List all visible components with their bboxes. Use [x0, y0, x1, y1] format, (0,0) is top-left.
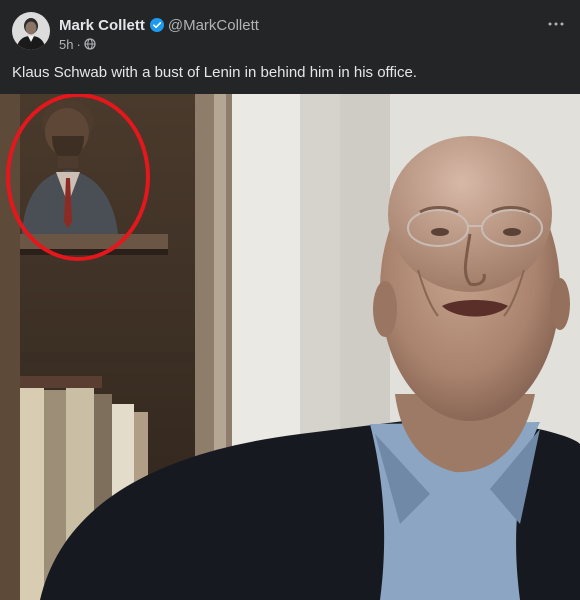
author-name[interactable]: Mark Collett	[59, 17, 145, 34]
author-handle[interactable]: @MarkCollett	[168, 17, 259, 34]
post-text: Klaus Schwab with a bust of Lenin in beh…	[12, 64, 417, 81]
photo-scene	[0, 94, 580, 600]
public-globe-icon[interactable]	[84, 38, 96, 50]
more-options-icon	[548, 22, 564, 26]
more-options-button[interactable]	[542, 12, 570, 36]
verified-badge-icon	[149, 18, 164, 32]
author-avatar[interactable]	[12, 12, 50, 50]
post-header: Mark Collett @MarkCollett 5h ·	[0, 0, 580, 58]
avatar-image	[12, 12, 50, 50]
meta-separator: ·	[76, 36, 81, 52]
author-line: Mark Collett @MarkCollett	[59, 15, 259, 35]
post-photo[interactable]	[0, 94, 580, 600]
post-meta: 5h ·	[59, 36, 96, 52]
post-timestamp[interactable]: 5h	[59, 37, 73, 52]
